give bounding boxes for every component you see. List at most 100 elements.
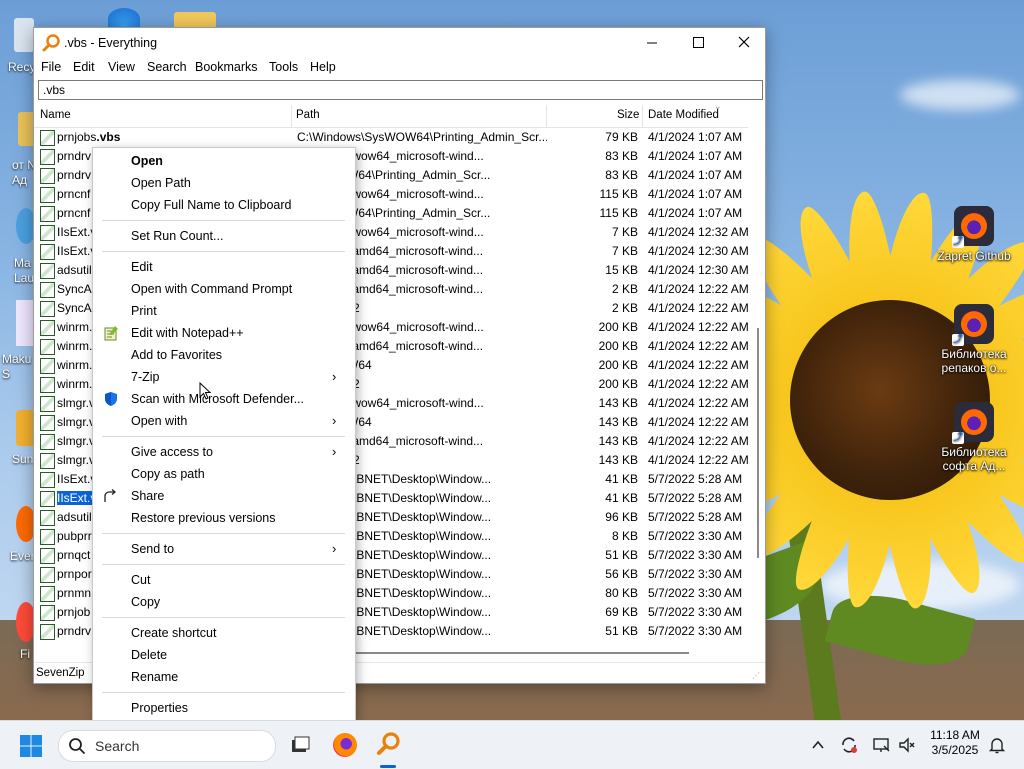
context-menu[interactable]: Open Open Path Copy Full Name to Clipboard… (92, 147, 356, 722)
search-input[interactable] (38, 80, 763, 100)
context-menu-label: Print (131, 304, 157, 318)
menu-bar: File Edit View Search Bookmarks Tools He… (34, 58, 765, 78)
sync-icon[interactable] (838, 734, 860, 756)
everything-app-icon (42, 34, 60, 52)
column-header-date[interactable]: Date Modified (648, 109, 719, 121)
menu-help[interactable]: Help (310, 60, 336, 74)
context-menu-item-print[interactable]: Print (94, 300, 354, 322)
scrollbar-thumb[interactable] (354, 652, 689, 654)
context-menu-item-restore-previous-versions[interactable]: Restore previous versions (94, 507, 354, 529)
context-menu-item-open[interactable]: Open (94, 150, 354, 172)
menu-edit[interactable]: Edit (73, 60, 95, 74)
close-button[interactable] (721, 28, 767, 58)
scrollbar-thumb[interactable] (757, 328, 759, 558)
result-size: 41 KB (605, 491, 638, 505)
firefox-shortcut-icon: ⤴ (952, 206, 994, 248)
defender-shield-icon (103, 391, 119, 407)
menu-bookmarks[interactable]: Bookmarks (195, 60, 258, 74)
notification-bell-icon[interactable] (986, 734, 1008, 756)
result-row[interactable]: prnjobs.vbs C:\Windows\SysWOW64\Printing_… (34, 128, 748, 147)
result-date: 5/7/2022 3:30 AM (648, 567, 743, 581)
result-size: 115 KB (599, 187, 638, 201)
result-name: prnjobs.vbs (57, 130, 121, 144)
recycle-bin-icon[interactable] (14, 18, 34, 52)
result-size: 83 KB (605, 168, 638, 182)
menu-search[interactable]: Search (147, 60, 187, 74)
result-size: 115 KB (599, 206, 638, 220)
context-menu-item-share[interactable]: Share (94, 485, 354, 507)
context-menu-item-copy[interactable]: Copy (94, 591, 354, 613)
task-view-icon[interactable] (284, 730, 314, 760)
context-menu-item-edit-with-notepad[interactable]: Edit with Notepad++ (94, 322, 354, 344)
clock[interactable]: 11:18 AM 3/5/2025 (918, 728, 992, 758)
context-menu-item-delete[interactable]: Delete (94, 644, 354, 666)
context-menu-item-open-with[interactable]: Open with › (94, 410, 354, 432)
context-menu-label: Share (131, 489, 165, 503)
context-menu-label: Scan with Microsoft Defender... (131, 392, 304, 406)
context-menu-item-give-access-to[interactable]: Give access to › (94, 441, 354, 463)
context-menu-item-open-with-command-prompt[interactable]: Open with Command Prompt (94, 278, 354, 300)
maximize-button[interactable] (675, 28, 721, 58)
chevron-up-icon[interactable] (807, 734, 829, 756)
context-menu-item-properties[interactable]: Properties (94, 697, 354, 719)
context-menu-item-scan-with-microsoft-defender[interactable]: Scan with Microsoft Defender... (94, 388, 354, 410)
everything-taskbar-icon[interactable] (373, 730, 403, 760)
column-header-path[interactable]: Path (296, 109, 320, 121)
context-menu-item-copy-full-name-to-clipboard[interactable]: Copy Full Name to Clipboard (94, 194, 354, 216)
context-menu-item-cut[interactable]: Cut (94, 569, 354, 591)
context-menu-item-open-path[interactable]: Open Path (94, 172, 354, 194)
folder-icon[interactable] (174, 12, 216, 28)
result-date: 4/1/2024 12:22 AM (648, 453, 748, 467)
result-date: 4/1/2024 12:22 AM (648, 301, 748, 315)
desktop-label-partial: Fi (20, 647, 30, 661)
vbs-file-icon (40, 301, 55, 317)
context-menu-item-copy-as-path[interactable]: Copy as path (94, 463, 354, 485)
result-size: 7 KB (611, 244, 638, 258)
menu-tools[interactable]: Tools (269, 60, 298, 74)
column-header-name[interactable]: Name (40, 109, 71, 121)
vertical-scrollbar[interactable] (755, 128, 761, 568)
result-date: 5/7/2022 5:28 AM (648, 472, 743, 486)
result-date: 4/1/2024 1:07 AM (648, 130, 743, 144)
context-menu-item-send-to[interactable]: Send to › (94, 538, 354, 560)
result-date: 4/1/2024 12:22 AM (648, 282, 748, 296)
network-status-icon[interactable] (870, 734, 892, 756)
desktop-shortcut[interactable]: ⤴ Zapret Github (934, 206, 1014, 263)
result-date: 5/7/2022 3:30 AM (648, 548, 743, 562)
context-menu-item-edit[interactable]: Edit (94, 256, 354, 278)
result-size: 143 KB (598, 434, 638, 448)
vbs-file-icon (40, 491, 55, 507)
title-bar[interactable]: .vbs - Everything (34, 28, 765, 58)
firefox-taskbar-icon[interactable] (330, 730, 360, 760)
column-header-size[interactable]: Size (617, 109, 639, 121)
result-size: 69 KB (605, 605, 638, 619)
result-size: 51 KB (605, 624, 638, 638)
desktop-shortcut[interactable]: ⤴ Библиотека репаков о... (934, 304, 1014, 375)
vbs-file-icon (40, 510, 55, 526)
menu-view[interactable]: View (108, 60, 135, 74)
volume-muted-icon[interactable] (896, 734, 918, 756)
result-size: 96 KB (605, 510, 638, 524)
context-menu-item-set-run-count[interactable]: Set Run Count... (94, 225, 354, 247)
context-menu-label: Add to Favorites (131, 348, 223, 362)
context-menu-item-add-to-favorites[interactable]: Add to Favorites (94, 344, 354, 366)
result-date: 4/1/2024 12:22 AM (648, 415, 748, 429)
desktop-shortcut[interactable]: ⤴ Библиотека софта Ад... (934, 402, 1014, 473)
resize-grip-icon[interactable]: ⋰ (752, 671, 760, 680)
result-date: 4/1/2024 12:22 AM (648, 320, 748, 334)
vbs-file-icon (40, 434, 55, 450)
context-menu-item-rename[interactable]: Rename (94, 666, 354, 688)
vbs-file-icon (40, 206, 55, 222)
menu-file[interactable]: File (41, 60, 61, 74)
minimize-button[interactable] (629, 28, 675, 58)
result-path: C:\Windows\SysWOW64\Printing_Admin_Scr..… (297, 130, 547, 144)
menu-separator (102, 692, 345, 693)
result-date: 4/1/2024 12:22 AM (648, 377, 748, 391)
vbs-file-icon (40, 548, 55, 564)
start-button[interactable] (19, 734, 43, 758)
taskbar-search-box[interactable]: Search (58, 730, 276, 762)
context-menu-item-create-shortcut[interactable]: Create shortcut (94, 622, 354, 644)
vbs-file-icon (40, 529, 55, 545)
context-menu-item-7-zip[interactable]: 7-Zip › (94, 366, 354, 388)
window-title: .vbs - Everything (64, 36, 158, 50)
